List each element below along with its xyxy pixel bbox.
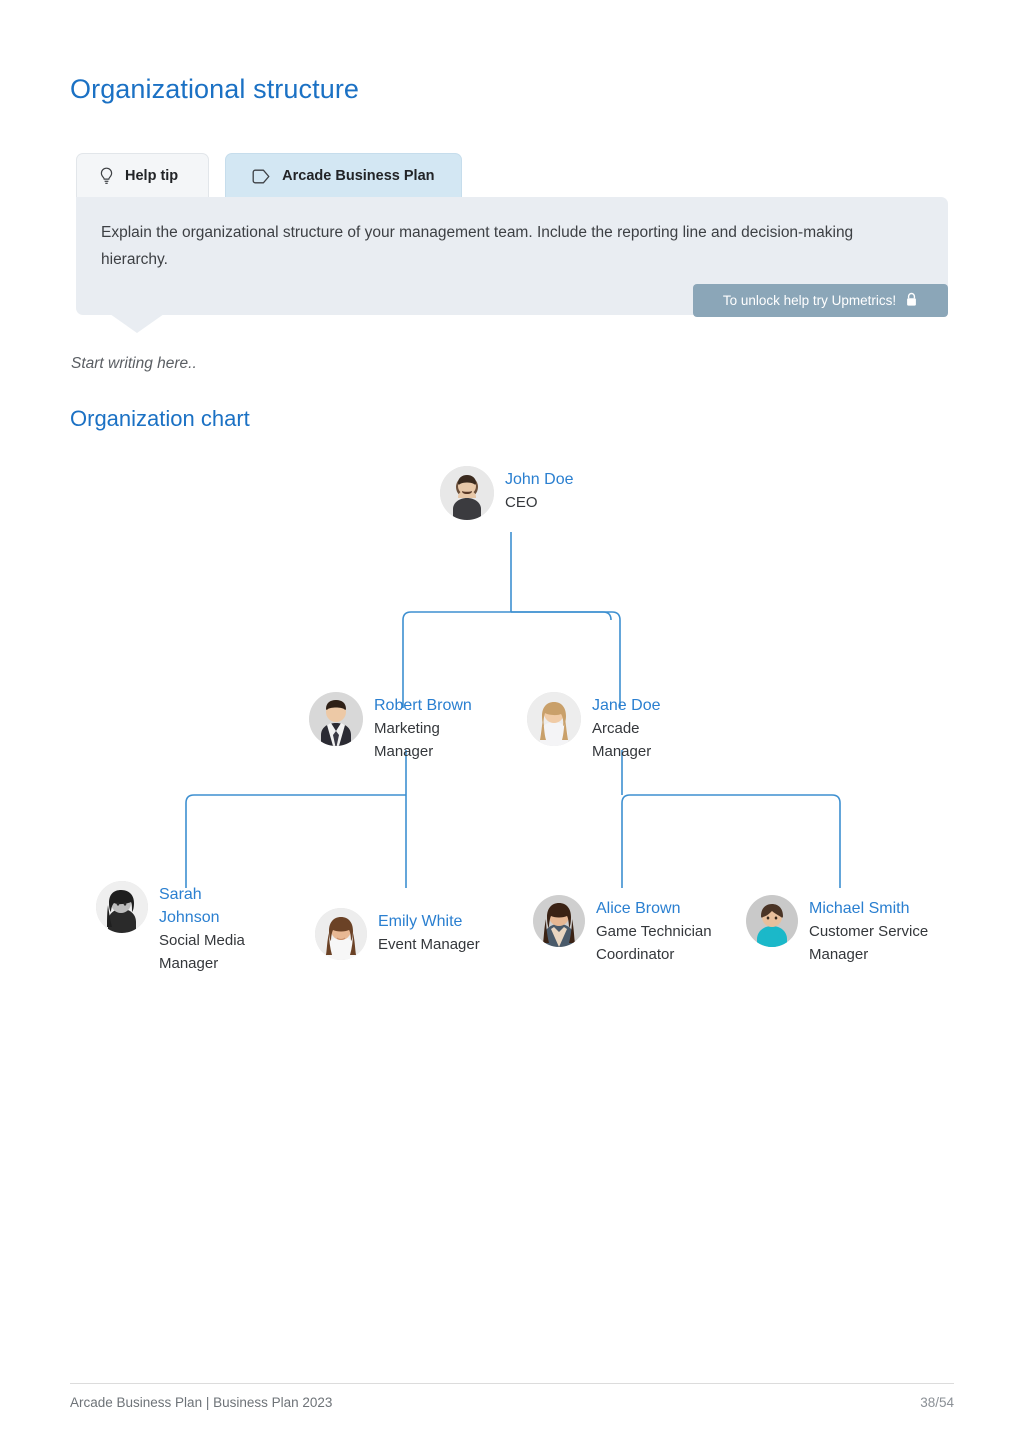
avatar (96, 881, 148, 933)
page-title: Organizational structure (70, 74, 360, 104)
org-node-name: Michael Smith (809, 900, 910, 917)
help-tip-text: Explain the organizational structure of … (101, 224, 854, 268)
footer-divider (70, 1383, 954, 1384)
avatar (440, 466, 494, 520)
tag-icon (252, 169, 271, 184)
avatar (527, 692, 581, 746)
org-node-emily-white[interactable]: Emily White Event Manager (315, 908, 480, 960)
org-node-sarah-johnson[interactable]: Sarah Johnson Social Media Manager (96, 881, 245, 975)
avatar (746, 895, 798, 947)
org-node-text: Michael Smith Customer Service Manager (809, 895, 928, 966)
org-node-name: John Doe (505, 471, 574, 488)
org-node-robert-brown[interactable]: Robert Brown Marketing Manager (309, 692, 472, 763)
org-node-text: Robert Brown Marketing Manager (374, 692, 472, 763)
org-node-role: Marketing Manager (374, 720, 440, 760)
footer-document-title: Arcade Business Plan | Business Plan 202… (70, 1395, 333, 1410)
org-node-name: Robert Brown (374, 697, 472, 714)
tab-help-tip[interactable]: Help tip (76, 153, 210, 198)
section-title-organization-chart: Organization chart (70, 406, 250, 431)
tab-help-tip-label: Help tip (125, 168, 179, 184)
org-node-role: Customer Service Manager (809, 923, 929, 963)
org-node-michael-smith[interactable]: Michael Smith Customer Service Manager (746, 895, 928, 966)
org-node-text: Alice Brown Game Technician Coordinator (596, 895, 712, 966)
org-node-name: Emily White (378, 913, 463, 930)
help-tip-tail (110, 314, 164, 333)
org-node-role: CEO (505, 494, 538, 511)
org-node-jane-doe[interactable]: Jane Doe Arcade Manager (527, 692, 661, 763)
org-node-text: Emily White Event Manager (378, 908, 480, 956)
unlock-help-badge[interactable]: To unlock help try Upmetrics! (693, 284, 948, 317)
help-tip-tabs: Help tip Arcade Business Plan (76, 153, 462, 198)
org-node-role: Social Media Manager (159, 932, 245, 972)
org-node-name: Jane Doe (592, 697, 661, 714)
org-node-name: Alice Brown (596, 900, 681, 917)
org-node-text: John Doe CEO (505, 466, 574, 514)
lightbulb-icon (99, 167, 114, 185)
org-node-role: Event Manager (378, 936, 480, 953)
org-node-text: Jane Doe Arcade Manager (592, 692, 661, 763)
organization-chart: John Doe CEO Robert Brown Marketing Mana… (0, 440, 1024, 1000)
document-page: Organizational structure Help tip Arcade… (0, 0, 1024, 1448)
editor-placeholder[interactable]: Start writing here.. (71, 355, 197, 373)
org-node-role: Game Technician Coordinator (596, 923, 712, 963)
org-node-alice-brown[interactable]: Alice Brown Game Technician Coordinator (533, 895, 712, 966)
tab-arcade-business-plan[interactable]: Arcade Business Plan (225, 153, 462, 198)
lock-icon (905, 292, 918, 310)
avatar (533, 895, 585, 947)
org-node-john-doe[interactable]: John Doe CEO (440, 466, 574, 520)
unlock-help-label: To unlock help try Upmetrics! (722, 293, 897, 308)
tab-arcade-business-plan-label: Arcade Business Plan (282, 168, 435, 184)
footer-page-number: 38/54 (920, 1395, 954, 1410)
avatar (315, 908, 367, 960)
org-node-role: Arcade Manager (592, 720, 652, 760)
avatar (309, 692, 363, 746)
org-node-name: Sarah Johnson (159, 886, 220, 926)
org-node-text: Sarah Johnson Social Media Manager (159, 881, 245, 975)
